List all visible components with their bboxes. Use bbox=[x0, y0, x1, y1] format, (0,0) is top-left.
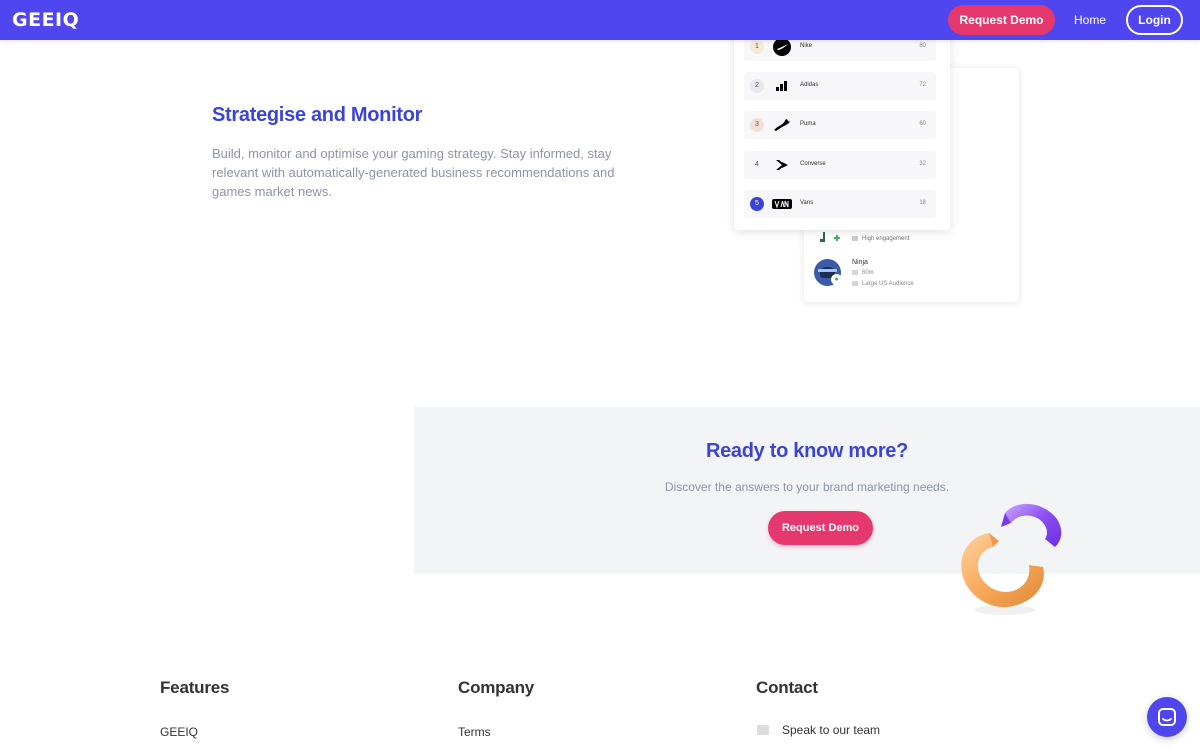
cta-request-demo-button[interactable]: Request Demo bbox=[768, 511, 873, 545]
nav-login-button[interactable]: Login bbox=[1126, 5, 1183, 35]
cta-subtitle: Discover the answers to your brand marke… bbox=[664, 480, 950, 494]
brand-score: 80 bbox=[919, 43, 926, 49]
rank-badge: 1 bbox=[750, 40, 764, 54]
brand-row[interactable]: 5 Vans 18 bbox=[744, 190, 936, 218]
influencer-engagement-tag: High engagement bbox=[852, 236, 909, 242]
brand-name: Nike bbox=[800, 43, 813, 49]
engagement-label: High engagement bbox=[862, 236, 910, 243]
followers-value: 60m bbox=[862, 270, 874, 277]
geeiq-logo[interactable]: GEEIQ bbox=[12, 9, 79, 31]
brand-score: 18 bbox=[919, 200, 926, 206]
chat-bubble-icon bbox=[757, 725, 769, 735]
feature-title: Strategise and Monitor bbox=[212, 104, 423, 126]
footer-features-title: Features bbox=[160, 678, 230, 697]
rank-badge: 3 bbox=[750, 118, 764, 132]
footer-link-speak-to-team[interactable]: Speak to our team bbox=[782, 723, 880, 737]
brand-row[interactable]: 4 Converse 32 bbox=[744, 151, 936, 179]
brand-score: 72 bbox=[919, 82, 926, 88]
puma-logo-icon bbox=[772, 116, 792, 134]
brand-score: 32 bbox=[919, 161, 926, 167]
nav-home-link[interactable]: Home bbox=[1074, 13, 1106, 27]
brand-row[interactable]: 3 Puma 60 bbox=[744, 111, 936, 139]
footer-link-terms[interactable]: Terms bbox=[458, 725, 491, 739]
nav-request-demo-button[interactable]: Request Demo bbox=[948, 5, 1055, 35]
brand-name: Adidas bbox=[800, 82, 819, 88]
chat-icon bbox=[1158, 708, 1176, 726]
nike-logo-icon bbox=[772, 38, 792, 56]
top-navbar: GEEIQ Request Demo Home Login bbox=[0, 0, 1200, 40]
feature-description: Build, monitor and optimise your gaming … bbox=[212, 146, 615, 199]
vans-logo-icon bbox=[772, 195, 792, 213]
footer-contact-title: Contact bbox=[756, 678, 818, 697]
brand-name: Converse bbox=[800, 161, 826, 167]
avatar-headband bbox=[818, 269, 837, 272]
tag-icon bbox=[852, 236, 858, 241]
footer-link-geeiq[interactable]: GEEIQ bbox=[160, 725, 198, 739]
tag-icon bbox=[852, 281, 858, 286]
brand-name: Puma bbox=[800, 121, 816, 127]
cta-title: Ready to know more? bbox=[705, 440, 909, 462]
audience-value: Large US Audience bbox=[862, 281, 914, 288]
converse-logo-icon bbox=[772, 156, 792, 174]
rank-badge: 4 bbox=[750, 158, 764, 172]
influencer-followers: 60m bbox=[852, 270, 874, 276]
adidas-logo-icon bbox=[772, 77, 792, 95]
brand-score: 60 bbox=[919, 121, 926, 127]
rank-badge: 5 bbox=[750, 197, 764, 211]
brand-row[interactable]: 2 Adidas 72 bbox=[744, 72, 936, 100]
influencer-name: Ninja bbox=[852, 259, 868, 266]
footer-company-title: Company bbox=[458, 678, 535, 697]
people-icon bbox=[852, 270, 858, 275]
rank-badge: 2 bbox=[750, 79, 764, 93]
influencer-audience: Large US Audience bbox=[852, 281, 914, 287]
chat-launcher-button[interactable] bbox=[1147, 697, 1187, 737]
decorative-3d-shapes-icon bbox=[961, 503, 1062, 615]
brand-name: Vans bbox=[800, 200, 814, 206]
influencer-platform-icon bbox=[820, 232, 840, 242]
person-icon: ● bbox=[831, 274, 842, 285]
